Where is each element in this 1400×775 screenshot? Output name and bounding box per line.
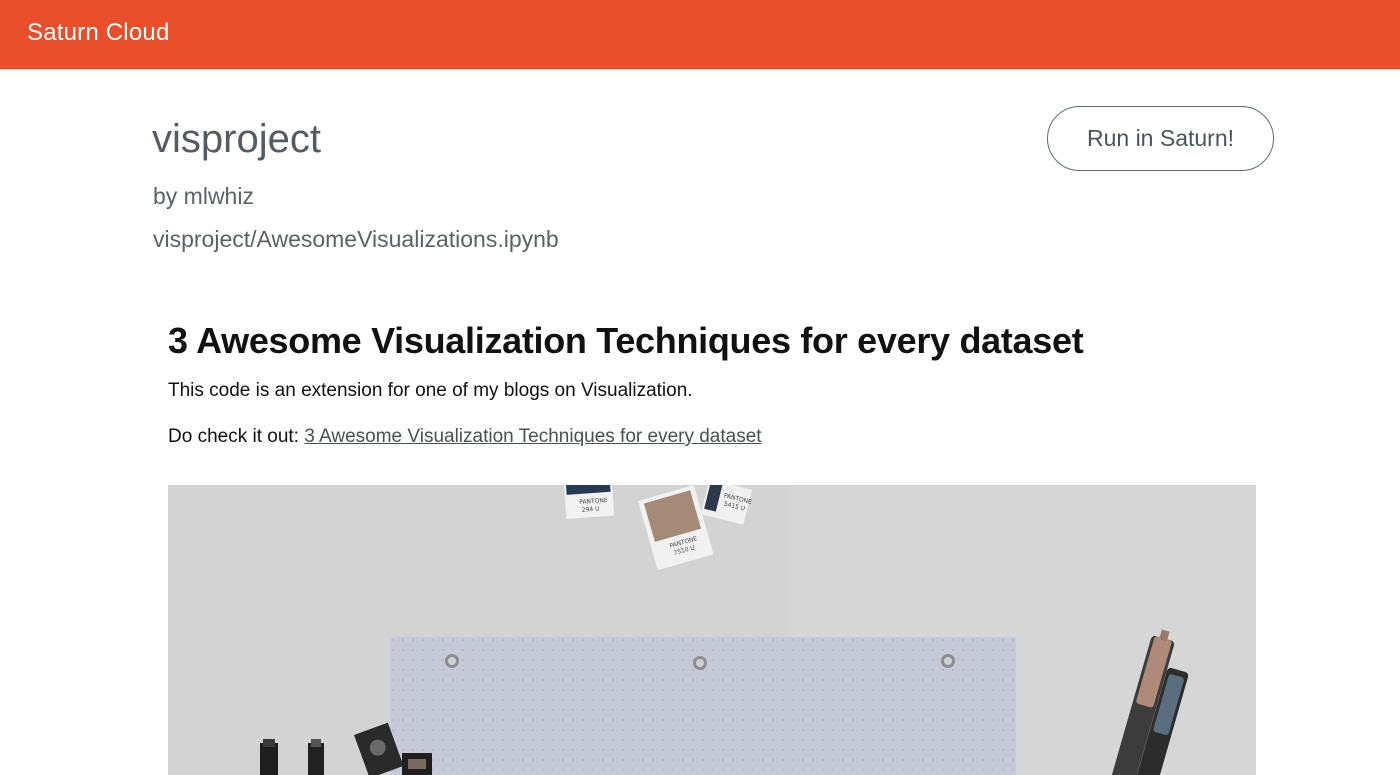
desk-photo: PANTONE 294 U PANTONE 7510 U PANTONE 541…	[168, 485, 1256, 775]
notebook-path: visproject/AwesomeVisualizations.ipynb	[153, 226, 559, 252]
notebook-link-paragraph: Do check it out: 3 Awesome Visualization…	[168, 426, 762, 448]
svg-text:294 U: 294 U	[582, 506, 600, 514]
link-prefix-text: Do check it out:	[168, 426, 305, 447]
run-in-saturn-button[interactable]: Run in Saturn!	[1047, 106, 1274, 171]
project-author: by mlwhiz	[153, 183, 254, 209]
brand-link[interactable]: Saturn Cloud	[27, 19, 170, 47]
dotted-paper	[390, 637, 1016, 775]
notebook-heading: 3 Awesome Visualization Techniques for e…	[168, 320, 1084, 361]
project-title: visproject	[152, 117, 321, 161]
top-navbar: Saturn Cloud	[0, 0, 1400, 70]
notebook-intro-text: This code is an extension for one of my …	[168, 380, 693, 401]
header-image: PANTONE 294 U PANTONE 7510 U PANTONE 541…	[168, 485, 1256, 775]
blog-link[interactable]: 3 Awesome Visualization Techniques for e…	[304, 426, 761, 447]
pantone-swatch-1: PANTONE 294 U	[563, 485, 615, 519]
